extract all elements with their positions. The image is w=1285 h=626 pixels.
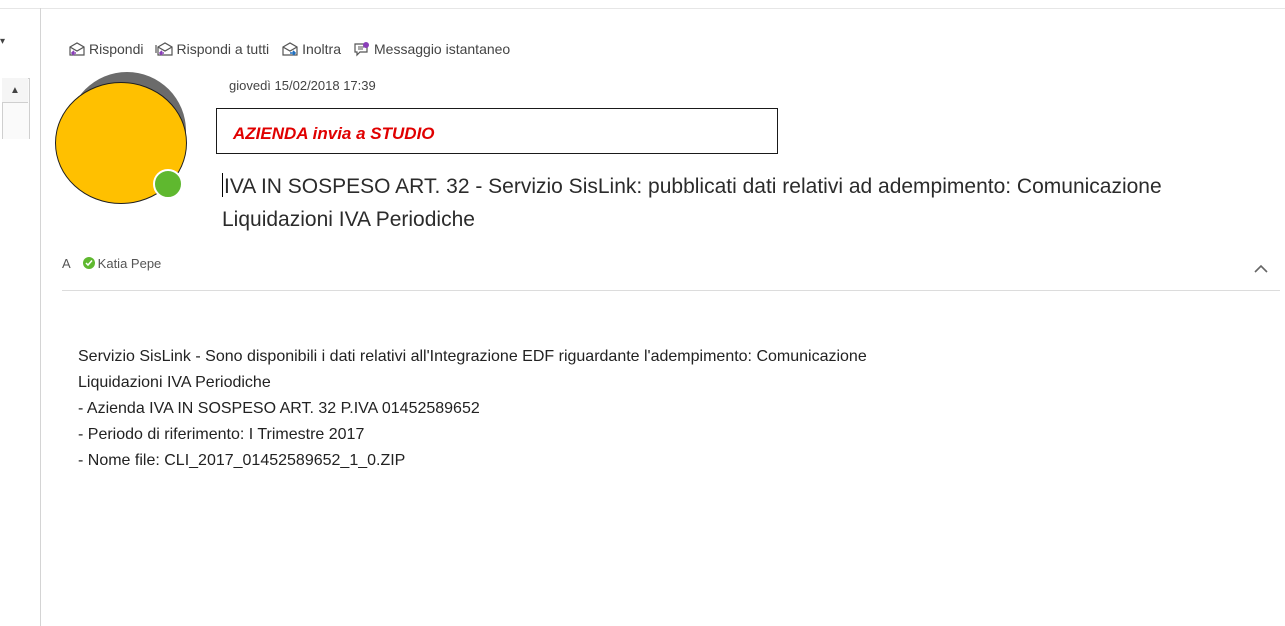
presence-check-icon — [82, 257, 95, 269]
annotation-box: AZIENDA invia a STUDIO — [216, 108, 778, 154]
email-reading-pane: ▾ ▲ Rispondi Rispondi a tutti Inoltra Me… — [0, 0, 1285, 626]
recipient-name: Katia Pepe — [97, 255, 162, 271]
header-divider — [62, 290, 1280, 291]
annotation-text: AZIENDA invia a STUDIO — [233, 124, 435, 143]
reply-all-icon — [155, 42, 174, 56]
to-label: A — [62, 255, 71, 271]
top-strip — [0, 0, 1285, 9]
text-cursor — [222, 173, 223, 197]
instant-message-label: Messaggio istantaneo — [374, 41, 511, 57]
reply-all-label: Rispondi a tutti — [176, 41, 270, 57]
chevron-up-icon[interactable] — [1252, 262, 1270, 276]
message-list-edge: ▾ ▲ — [0, 8, 41, 626]
instant-message-icon — [354, 42, 370, 57]
forward-button[interactable]: Inoltra — [281, 41, 341, 57]
body-line: - Azienda IVA IN SOSPESO ART. 32 P.IVA 0… — [78, 400, 480, 417]
body-line: Servizio SisLink - Sono disponibili i da… — [78, 348, 867, 365]
reply-button[interactable]: Rispondi — [68, 41, 143, 57]
subject-text: IVA IN SOSPESO ART. 32 - Servizio SisLin… — [222, 175, 1162, 231]
presence-status-icon — [153, 169, 183, 199]
scroll-up-button[interactable]: ▲ — [2, 78, 28, 103]
instant-message-button[interactable]: Messaggio istantaneo — [353, 41, 510, 57]
reply-icon — [69, 42, 85, 56]
reply-all-button[interactable]: Rispondi a tutti — [155, 41, 269, 57]
recipient-katia-pepe[interactable]: Katia Pepe — [82, 255, 162, 271]
body-line: Liquidazioni IVA Periodiche — [78, 374, 271, 391]
message-action-toolbar: Rispondi Rispondi a tutti Inoltra Messag… — [68, 38, 510, 60]
message-date: giovedì 15/02/2018 17:39 — [229, 78, 376, 93]
forward-label: Inoltra — [302, 41, 342, 57]
recipients-row: A Katia Pepe — [62, 254, 161, 272]
forward-icon — [282, 42, 298, 56]
reply-label: Rispondi — [89, 41, 144, 57]
message-subject: IVA IN SOSPESO ART. 32 - Servizio SisLin… — [222, 170, 1232, 236]
body-line: - Periodo di riferimento: I Trimestre 20… — [78, 426, 365, 443]
body-line: - Nome file: CLI_2017_01452589652_1_0.ZI… — [78, 452, 406, 469]
message-body: Servizio SisLink - Sono disponibili i da… — [78, 344, 1258, 474]
sort-dropdown-icon[interactable]: ▾ — [0, 32, 12, 52]
